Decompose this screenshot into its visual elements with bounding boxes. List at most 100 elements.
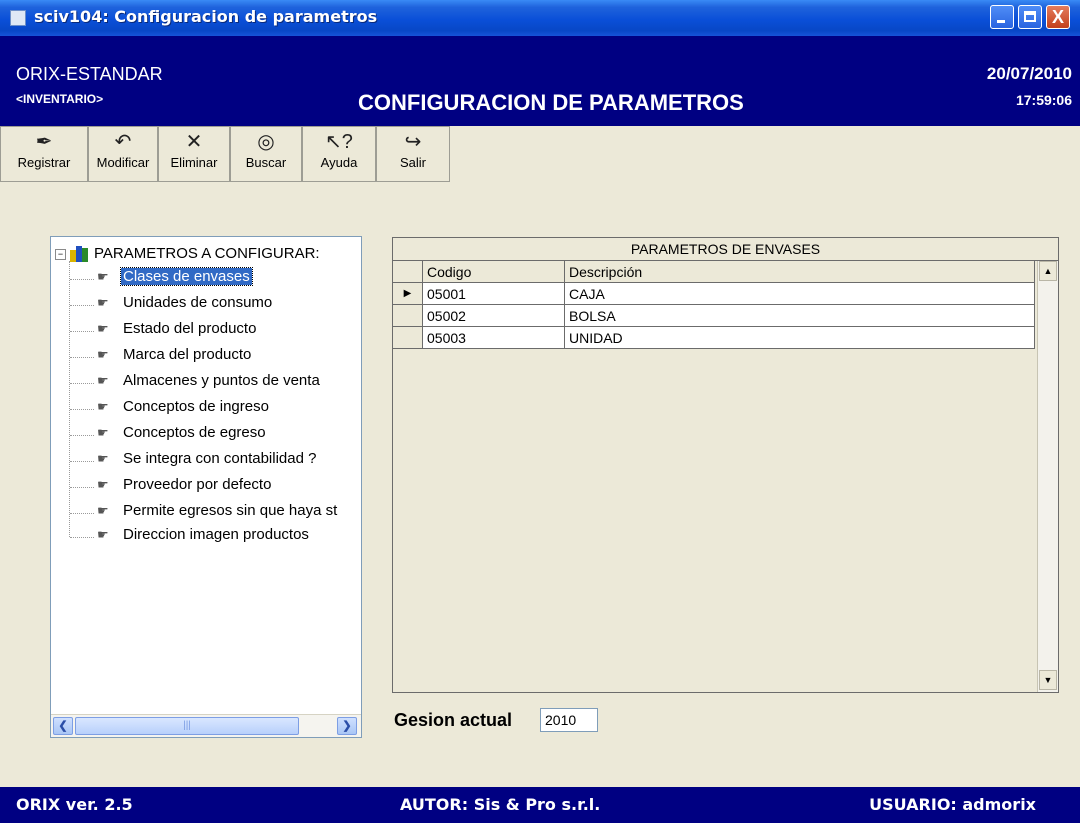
row-selector[interactable]: ▶ [393, 283, 423, 305]
column-header-codigo[interactable]: Codigo [423, 261, 565, 283]
help-icon: ↖? [325, 131, 353, 153]
hand-icon: ☛ [97, 399, 109, 414]
tree-connector [70, 513, 94, 514]
row-selector[interactable] [393, 327, 423, 349]
scroll-up-button[interactable]: ▲ [1039, 261, 1057, 281]
tree-connector [70, 331, 94, 332]
buscar-button[interactable]: ◎ Buscar [230, 126, 302, 182]
registrar-label: Registrar [17, 155, 71, 170]
table-cell[interactable]: 05001 [423, 283, 565, 305]
tree-connector [70, 435, 94, 436]
scroll-right-button[interactable]: ❯ [337, 717, 357, 735]
maximize-button[interactable] [1018, 5, 1042, 29]
hand-icon: ☛ [97, 373, 109, 388]
tree-connector [70, 461, 94, 462]
gestion-label: Gesion actual [394, 710, 513, 730]
hand-icon: ☛ [97, 451, 109, 466]
tree-item-unidades-de-consumo[interactable]: ☛ Unidades de consumo [97, 294, 274, 316]
scroll-left-button[interactable]: ❮ [53, 717, 73, 735]
exit-icon: ↪ [404, 131, 422, 153]
tree-horizontal-scrollbar[interactable]: ❮ ||| ❯ [51, 714, 361, 737]
tree-connector [70, 357, 94, 358]
ayuda-label: Ayuda [320, 155, 358, 170]
tree-connector [70, 409, 94, 410]
title-bar[interactable]: sciv104: Configuracion de parametros X [0, 0, 1080, 36]
parameters-tree[interactable]: − PARAMETROS A CONFIGURAR: ☛ Clases de env… [50, 236, 362, 738]
header-corner [393, 261, 423, 283]
hand-icon: ☛ [97, 295, 109, 310]
table-cell[interactable]: CAJA [565, 283, 1035, 305]
column-header-descripcion[interactable]: Descripción [565, 261, 1035, 283]
parameters-grid[interactable]: PARAMETROS DE ENVASES Codigo Descripción… [392, 237, 1059, 693]
hand-icon: ☛ [97, 527, 109, 542]
company-name: ORIX-ESTANDAR [16, 64, 163, 84]
tree-item-conceptos-de-ingreso[interactable]: ☛ Conceptos de ingreso [97, 398, 271, 420]
hand-icon: ☛ [97, 269, 109, 284]
close-button[interactable]: X [1046, 5, 1070, 29]
row-selector[interactable] [393, 305, 423, 327]
tree-item-label: Direccion imagen productos [123, 526, 309, 543]
tree-item-clases-de-envases[interactable]: ☛ Clases de envases [97, 267, 253, 290]
tree-item-proveedor-por-defecto[interactable]: ☛ Proveedor por defecto [97, 476, 273, 498]
app-icon [10, 10, 26, 26]
minimize-button[interactable] [990, 5, 1014, 29]
window-title: sciv104: Configuracion de parametros [34, 7, 378, 26]
tree-connector [69, 261, 70, 537]
tree-connector [70, 305, 94, 306]
salir-label: Salir [399, 155, 426, 170]
grid-caption: PARAMETROS DE ENVASES [393, 238, 1058, 261]
module-name: <INVENTARIO> [16, 92, 104, 106]
minimize-icon [991, 6, 1013, 28]
app-window: sciv104: Configuracion de parametros X O… [0, 0, 1080, 823]
modificar-button[interactable]: ↶ Modificar [88, 126, 158, 182]
registrar-button[interactable]: ✒ Registrar [0, 126, 88, 182]
tree-item-direccion-imagen[interactable]: ☛ Direccion imagen productos [97, 526, 311, 548]
tree-item-label: Almacenes y puntos de venta [123, 372, 320, 389]
maximize-icon [1019, 6, 1041, 28]
table-cell[interactable]: UNIDAD [565, 327, 1035, 349]
tree-item-integra-contabilidad[interactable]: ☛ Se integra con contabilidad ? [97, 450, 318, 472]
collapse-icon[interactable]: − [55, 248, 66, 260]
tree-item-marca-del-producto[interactable]: ☛ Marca del producto [97, 346, 253, 368]
table-cell[interactable]: 05002 [423, 305, 565, 327]
tree-connector [70, 537, 94, 538]
tree-item-label: Proveedor por defecto [123, 476, 272, 493]
tree-item-label: Unidades de consumo [123, 294, 273, 311]
tree-item-label: Estado del producto [123, 320, 257, 337]
hand-icon: ☛ [97, 477, 109, 492]
version-text: ORIX ver. 2.5 [16, 795, 133, 814]
gestion-field[interactable]: 2010 [540, 708, 598, 732]
ayuda-button[interactable]: ↖? Ayuda [302, 126, 376, 182]
modificar-label: Modificar [96, 155, 150, 170]
hand-icon: ☛ [97, 503, 109, 518]
scroll-down-button[interactable]: ▼ [1039, 670, 1057, 690]
hand-icon: ☛ [97, 425, 109, 440]
scrollbar-thumb[interactable]: ||| [75, 717, 299, 735]
tree-connector [70, 279, 94, 280]
eliminar-button[interactable]: ✕ Eliminar [158, 126, 230, 182]
hand-icon: ☛ [97, 321, 109, 336]
tree-item-permite-egresos[interactable]: ☛ Permite egresos sin que haya st [97, 502, 339, 524]
tree-item-estado-del-producto[interactable]: ☛ Estado del producto [97, 320, 258, 342]
tree-item-label: Clases de envases [120, 267, 253, 286]
salir-button[interactable]: ↪ Salir [376, 126, 450, 182]
author-text: AUTOR: Sis & Pro s.r.l. [400, 795, 601, 814]
current-row-icon: ▶ [403, 288, 412, 299]
table-cell[interactable]: BOLSA [565, 305, 1035, 327]
tree-root[interactable]: − PARAMETROS A CONFIGURAR: [55, 245, 320, 267]
tree-item-conceptos-de-egreso[interactable]: ☛ Conceptos de egreso [97, 424, 268, 446]
header-time: 17:59:06 [1015, 92, 1072, 108]
books-icon [70, 246, 88, 263]
close-icon: X [1051, 7, 1064, 27]
tree-item-almacenes[interactable]: ☛ Almacenes y puntos de venta [97, 372, 322, 394]
tree-item-label: Conceptos de egreso [123, 424, 266, 441]
buscar-label: Buscar [245, 155, 287, 170]
grid-body: Codigo Descripción ▶ 05001 CAJA 05002 BO… [393, 261, 1037, 692]
binoculars-icon: ◎ [257, 131, 275, 153]
page-title: CONFIGURACION DE PARAMETROS [358, 90, 744, 115]
tree-root-label: PARAMETROS A CONFIGURAR: [94, 245, 320, 262]
grid-vertical-scrollbar[interactable]: ▲ ▼ [1037, 261, 1058, 692]
tree-connector [70, 383, 94, 384]
tree-item-label: Se integra con contabilidad ? [123, 450, 317, 467]
table-cell[interactable]: 05003 [423, 327, 565, 349]
